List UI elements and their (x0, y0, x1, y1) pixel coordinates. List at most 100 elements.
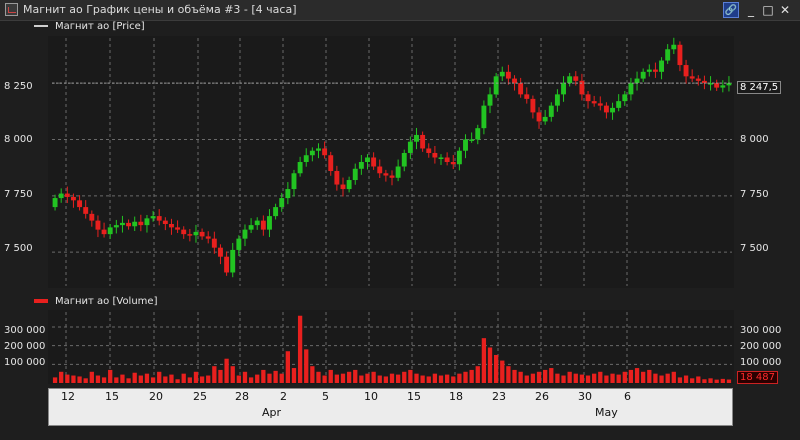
candle-body (432, 152, 438, 158)
candle-body (499, 71, 505, 77)
volume-bar (52, 377, 58, 383)
day-label: 18 (449, 390, 463, 403)
volume-bar (696, 376, 701, 383)
volume-bar (677, 377, 683, 383)
volume-bar (377, 375, 382, 383)
volume-bar (622, 371, 627, 383)
candle-body (634, 78, 640, 84)
candle-body (591, 101, 597, 104)
candle-body (524, 94, 530, 99)
volume-bar (659, 375, 664, 383)
candle-body (585, 94, 591, 102)
volume-bar (383, 376, 389, 383)
candle-body (573, 76, 579, 81)
day-label: 25 (193, 390, 207, 403)
candle-body (291, 173, 297, 190)
candle-body (101, 229, 107, 235)
candle-body (548, 105, 554, 117)
time-axis[interactable]: 12 15 20 25 28 2 5 10 15 18 23 26 30 6 A… (48, 388, 733, 426)
volume-tick-left: 300 000 (4, 325, 46, 336)
candle-body (334, 171, 340, 185)
volume-bar (567, 371, 572, 383)
volume-tick-left: 100 000 (4, 357, 46, 368)
volume-bar (604, 375, 609, 383)
volume-bar (193, 371, 199, 383)
candle-body (383, 173, 389, 176)
volume-bar (230, 366, 235, 383)
volume-bar (310, 366, 315, 383)
candle-body (438, 157, 444, 159)
volume-bar (408, 369, 413, 383)
price-volume-chart[interactable] (0, 0, 800, 440)
volume-bar (481, 338, 487, 383)
volume-bar (444, 374, 450, 383)
candle-body (340, 184, 346, 190)
volume-bar (224, 358, 229, 383)
volume-bar (138, 375, 143, 383)
candle-body (267, 216, 272, 230)
candle-body (236, 238, 242, 250)
volume-bar (512, 369, 517, 383)
volume-bar (371, 371, 376, 383)
candle-body (518, 83, 524, 95)
volume-bar (579, 374, 585, 383)
volume-bar (518, 371, 523, 383)
candle-body (358, 162, 364, 169)
volume-bar (285, 351, 290, 383)
candle-body (193, 231, 199, 236)
day-label: 5 (322, 390, 329, 403)
candle-body (530, 98, 536, 113)
candle-body (389, 175, 395, 178)
candle-body (603, 105, 609, 113)
volume-bar (506, 366, 511, 383)
volume-bar (414, 373, 419, 383)
volume-bar (610, 373, 615, 383)
month-label: Apr (262, 406, 282, 419)
volume-bar (365, 373, 370, 383)
volume-tick-right: 200 000 (740, 341, 782, 352)
volume-bar (585, 375, 591, 383)
candle-body (536, 112, 542, 122)
candle-body (401, 152, 407, 167)
candle-body (58, 193, 64, 199)
candle-body (677, 44, 683, 66)
volume-bar (157, 371, 162, 383)
price-tick-left: 7 750 (4, 189, 33, 200)
candle-body (420, 134, 426, 149)
volume-tick-right: 100 000 (740, 357, 782, 368)
volume-bar (451, 376, 456, 383)
candle-body (273, 207, 279, 217)
volume-bar (653, 373, 658, 383)
candle-body (628, 83, 634, 95)
volume-bar (65, 374, 70, 383)
candle-body (720, 85, 726, 88)
volume-bar (328, 369, 333, 383)
candle-body (248, 225, 254, 230)
volume-bar (628, 369, 634, 383)
candle-body (597, 103, 603, 106)
volume-bar (726, 379, 732, 383)
volume-bar (144, 373, 150, 383)
volume-bar (683, 375, 689, 383)
volume-bar (555, 373, 560, 383)
volume-bar (500, 360, 505, 383)
candle-body (414, 134, 419, 142)
price-tick-left: 7 500 (4, 243, 33, 254)
day-label: 20 (149, 390, 163, 403)
volume-bar (120, 374, 125, 383)
candle-body (162, 220, 168, 224)
candle-body (156, 216, 162, 221)
day-label: 23 (492, 390, 506, 403)
candle-body (469, 139, 475, 141)
day-label: 30 (578, 390, 592, 403)
volume-bar (218, 369, 223, 383)
volume-bar (59, 371, 64, 383)
volume-bar (457, 373, 462, 383)
volume-bar (395, 374, 401, 383)
candle-body (652, 69, 658, 72)
candle-body (554, 94, 560, 106)
volume-bar (389, 373, 395, 383)
candle-body (150, 216, 156, 219)
candle-body (481, 105, 487, 129)
candle-body (346, 180, 352, 190)
